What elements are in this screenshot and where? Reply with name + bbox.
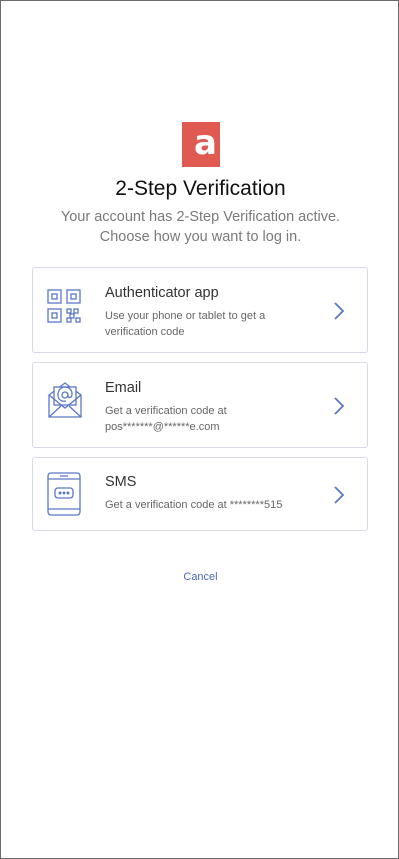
subtitle-line-1: Your account has 2-Step Verification act… (60, 209, 341, 225)
option-description-line-2: verification code (105, 326, 185, 338)
cancel-link[interactable]: Cancel (1, 571, 399, 583)
option-email[interactable]: Email Get a verification code at pos****… (32, 362, 368, 448)
option-title: Authenticator app (105, 285, 219, 301)
subtitle-line-2: Choose how you want to log in. (99, 229, 302, 245)
option-description-line-1: Get a verification code at ********515 (105, 499, 283, 511)
envelope-at-icon (46, 377, 84, 424)
brand-logo-letter: a (194, 123, 217, 163)
page-title: 2-Step Verification (115, 177, 286, 200)
option-description-line-1: Use your phone or tablet to get a (105, 310, 266, 322)
qr-code-icon (46, 288, 82, 329)
option-description-line-1: Get a verification code at (105, 405, 227, 417)
brand-logo: a (182, 122, 220, 167)
option-description: Get a verification code at pos*******@**… (105, 403, 305, 435)
option-description: Get a verification code at ********515 (105, 497, 345, 513)
option-sms[interactable]: SMS Get a verification code at ********5… (32, 457, 368, 531)
login-page: a 2-Step Verification Your account has 2… (0, 0, 399, 859)
option-title: SMS (105, 474, 137, 490)
chevron-right-icon (333, 396, 345, 421)
mobile-phone-icon (46, 471, 82, 522)
option-description-line-2: pos*******@******e.com (105, 421, 220, 433)
option-description: Use your phone or tablet to get a verifi… (105, 308, 305, 340)
chevron-right-icon (333, 485, 345, 510)
chevron-right-icon (333, 301, 345, 326)
page-subtitle: Your account has 2-Step Verification act… (1, 207, 399, 247)
option-title: Email (105, 380, 142, 396)
option-authenticator-app[interactable]: Authenticator app Use your phone or tabl… (32, 267, 368, 353)
